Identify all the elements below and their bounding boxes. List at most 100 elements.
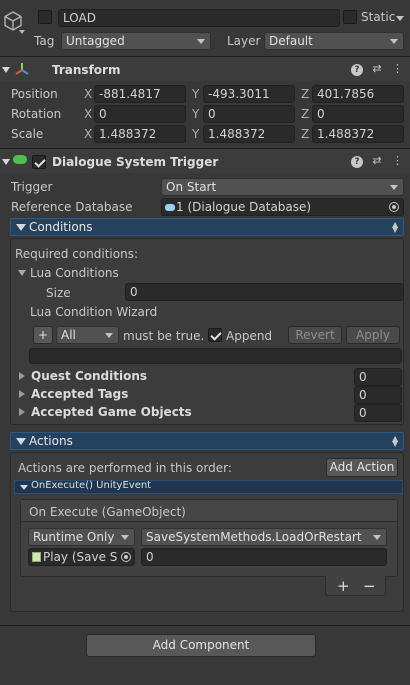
size-field[interactable]: 0 [125,283,404,301]
position-x-field[interactable]: -881.4817 [94,85,186,103]
gameobject-icon-dropdown[interactable] [19,30,25,34]
rotation-x-field[interactable]: 0 [94,105,186,123]
gameobject-name-field[interactable]: LOAD [58,9,340,27]
more-options-icon[interactable]: ⋮ [392,155,403,167]
rotation-z-field[interactable]: 0 [312,105,404,123]
chevron-down-icon [390,39,398,44]
static-label: Static [361,10,396,24]
foldout-arrow-icon[interactable] [19,390,25,398]
append-checkbox[interactable] [208,328,222,342]
scale-z-field[interactable]: 1.488372 [312,125,404,143]
conditions-header-label: Conditions [29,220,93,234]
object-picker-icon[interactable] [121,552,131,562]
foldout-arrow-icon[interactable] [16,224,26,231]
help-icon[interactable]: ? [351,156,363,168]
foldout-arrow-icon[interactable] [2,159,10,165]
apply-button[interactable]: Apply [346,326,400,344]
quest-conditions-field[interactable]: 0 [354,368,402,386]
target-object-field[interactable]: Play (Save S [28,548,135,566]
rotation-y-axis[interactable]: Y [192,107,199,121]
foldout-arrow-icon[interactable] [19,408,25,416]
remove-event-button[interactable]: − [363,577,376,595]
layer-label: Layer [227,34,261,48]
gameobject-icon [2,10,24,32]
scale-z-axis[interactable]: Z [301,127,309,141]
help-icon[interactable]: ? [351,64,363,76]
must-be-true-label: must be true. [123,329,205,343]
layer-dropdown[interactable]: Default [264,32,404,50]
add-condition-button[interactable]: + [33,326,53,344]
actions-order-label: Actions are performed in this order: [18,461,232,475]
lua-conditions-label: Lua Conditions [30,266,119,280]
quest-conditions-label: Quest Conditions [31,369,148,383]
all-value: All [61,328,76,342]
runtime-dropdown[interactable]: Runtime Only [28,528,135,546]
trigger-label: Trigger [11,180,53,194]
static-checkbox[interactable] [343,10,357,24]
tag-dropdown[interactable]: Untagged [61,32,211,50]
presets-icon[interactable]: ⇄ [371,155,383,167]
position-y-field[interactable]: -493.3011 [203,85,295,103]
static-dropdown-arrow[interactable] [396,16,404,21]
add-component-button[interactable]: Add Component [86,634,316,657]
ref-db-field[interactable]: 1 (Dialogue Database) [161,198,404,216]
scale-x-axis[interactable]: X [84,127,92,141]
position-z-field[interactable]: 401.7856 [312,85,404,103]
unity-event-label: OnExecute() UnityEvent [31,480,152,491]
on-execute-label: On Execute (GameObject) [29,505,186,519]
foldout-arrow-icon[interactable] [16,438,26,445]
method-dropdown[interactable]: SaveSystemMethods.LoadOrRestart [141,528,387,546]
all-dropdown[interactable]: All [56,326,119,344]
method-value: SaveSystemMethods.LoadOrRestart [146,530,362,544]
lua-code-field[interactable] [29,348,402,364]
presets-icon[interactable]: ⇄ [371,63,383,75]
foldout-arrow-icon[interactable] [2,67,10,73]
scale-x-field[interactable]: 1.488372 [94,125,186,143]
more-options-icon[interactable]: ⋮ [392,63,403,75]
ref-db-label: Reference Database [11,200,133,214]
layer-value: Default [269,34,313,48]
sort-arrows-icon[interactable]: ▲ ▼ [392,221,398,234]
add-event-button[interactable]: + [337,577,350,595]
rotation-z-axis[interactable]: Z [301,107,309,121]
revert-button[interactable]: Revert [288,326,342,344]
conditions-header[interactable]: Conditions [10,218,404,236]
foldout-arrow-icon[interactable] [20,485,28,490]
argument-field[interactable]: 0 [141,548,387,566]
rotation-y-field[interactable]: 0 [203,105,295,123]
transform-icon [14,62,30,76]
transform-title: Transform [52,63,121,77]
chevron-down-icon [390,185,398,190]
ref-db-value: 1 (Dialogue Database) [176,200,312,214]
trigger-value: On Start [166,180,217,194]
accepted-gameobjects-label: Accepted Game Objects [31,405,192,419]
lua-wizard-label: Lua Condition Wizard [30,305,158,319]
foldout-arrow-icon[interactable] [19,372,25,380]
tag-label: Tag [34,34,55,48]
scale-y-axis[interactable]: Y [192,127,199,141]
add-action-button[interactable]: Add Action [326,458,398,477]
chevron-down-icon [105,333,113,338]
component-enabled-checkbox[interactable] [32,155,46,169]
required-conditions-label: Required conditions: [15,247,138,261]
foldout-arrow-icon[interactable] [18,270,26,276]
rotation-label: Rotation [11,107,62,121]
chevron-down-icon [121,535,129,540]
active-checkbox[interactable] [38,10,52,24]
position-z-axis[interactable]: Z [301,87,309,101]
object-picker-icon[interactable] [389,202,399,212]
sort-arrows-icon[interactable]: ▲ ▼ [392,435,398,448]
script-asset-icon [32,552,41,562]
scale-y-field[interactable]: 1.488372 [203,125,295,143]
position-label: Position [11,87,58,101]
accepted-gameobjects-field[interactable]: 0 [354,404,402,422]
scale-label: Scale [11,127,44,141]
trigger-title: Dialogue System Trigger [52,155,219,169]
actions-header[interactable]: Actions [10,432,404,450]
position-y-axis[interactable]: Y [192,87,199,101]
position-x-axis[interactable]: X [84,87,92,101]
rotation-x-axis[interactable]: X [84,107,92,121]
target-object-value: Play (Save S [43,550,118,564]
trigger-dropdown[interactable]: On Start [161,178,404,196]
accepted-tags-field[interactable]: 0 [354,386,402,404]
